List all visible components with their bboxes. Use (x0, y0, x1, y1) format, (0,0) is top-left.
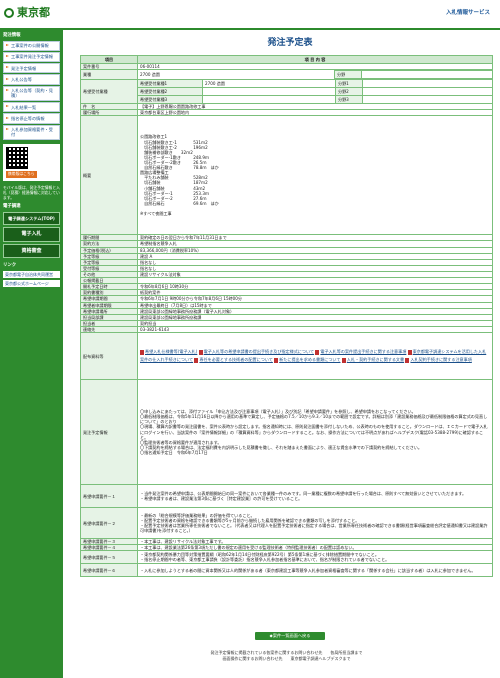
eproc-system-button[interactable]: 電子調達システム(TOP) (3, 212, 60, 226)
row-value: ・最新の「総合規模等評価業務結果」の評価を得ていること。 ・配置予定技術者の資格… (137, 507, 493, 540)
row-value: ・当件発注案件の希望申請は、公表期間開始日の同一案件において各業種一件のみです。… (137, 484, 493, 509)
table-row: 希望申請要件－１ ・当件発注案件の希望申請は、公表期間開始日の同一案件において各業… (80, 484, 493, 509)
sidebar-item[interactable]: 入札結果一覧 (3, 102, 60, 113)
pdf-icon (198, 349, 203, 355)
site-title: 入札情報サービス (445, 10, 490, 16)
pdf-icon (315, 349, 320, 355)
sub-value: 2700 造園 (202, 80, 336, 89)
sub-label: 分野 (334, 70, 362, 79)
qr-code-icon (6, 147, 28, 169)
col-item: 項目 (80, 55, 138, 64)
footer-contact-helpdesk: 画面操作に関するお問い合わせ先 東京都電子調達ヘルプデスクまで (222, 656, 351, 662)
sidebar-item[interactable]: 入札公告等（契約・見積） (3, 85, 60, 101)
table-row: 業種 2700 造園 分野 (80, 69, 493, 81)
col-content: 項 目 内 容 (137, 55, 493, 64)
doc-link[interactable]: 入札契約手続きに関する注意事項 (410, 357, 471, 362)
sidebar-item[interactable]: 入札公告等 (3, 74, 60, 85)
mobile-qr-box[interactable]: 携帯版はこちら (3, 144, 60, 181)
order-plan-table: 項目 項 目 内 容 案件番号 06-00114 業種 2700 造園 分野 希望受… (80, 55, 493, 578)
footer: 発注予定情報に掲載されている各案件に関するお問い合わせ先 各局所担当課まで 画面… (80, 650, 493, 663)
pdf-icon (194, 357, 199, 363)
row-label: 希望申請要件－１ (80, 484, 138, 509)
row-label: 希望申請要件－２ (80, 507, 138, 540)
doc-link[interactable]: 希望入札仕様書等(電子入札) (145, 349, 197, 354)
row-label: 配布資料等 (80, 332, 138, 381)
pdf-icon (274, 357, 279, 363)
table-row: 概要 公園路改修工1 切石舗装敷き工-1 531ｍ2 切石舗装敷き工-2 196ｍ… (80, 115, 493, 236)
row-label: 業種 (80, 69, 138, 81)
table-row: 希望受付業種 希望受付業種1 2700 造園 分野1 希望受付業種2 分野2 希望受付… (80, 79, 493, 105)
sidebar-section-links: リンク (3, 262, 17, 268)
pdf-icon (407, 349, 412, 355)
sidebar-item[interactable]: 工事案件発注予定情報 (3, 51, 60, 62)
sub-label: 分野2 (335, 87, 363, 97)
sub-label: 分野1 (335, 80, 363, 89)
doc-link[interactable]: 電子入札等の希望申請書の提出手続き及び指定様式について (204, 349, 314, 354)
row-label: 希望申請要件－６ (80, 563, 138, 578)
row-value: 公園路改修工1 切石舗装敷き工-1 531ｍ2 切石舗装敷き工-2 196ｍ2 … (137, 115, 493, 236)
sidebar-item[interactable]: 入札参加資格要件・受付 (3, 124, 60, 140)
ebid-button[interactable]: 電子入札 (3, 227, 60, 242)
row-label: 概要 (80, 115, 138, 236)
table-row: 希望申請要件－５ ・東京都契約関係暴力団等対策措置要綱（昭和62年1月14日付財経… (80, 550, 493, 565)
row-label: 希望受付業種 (80, 79, 138, 105)
sub-label: 分野3 (335, 95, 363, 103)
row-value: ・東京都契約関係暴力団等対策措置要綱（昭和62年1月14日付財経庶第922号）第… (137, 550, 493, 565)
tokyo-emblem-icon (4, 7, 14, 18)
sub-label: 希望受付業種2 (138, 87, 203, 97)
sidebar: 発注情報 工事案件の公開情報 工事案件発注予定情報 発注予定情報 入札公告等 入… (0, 30, 63, 678)
row-value: 〇申し込みにあたっては、添付ファイル「申込方法及び注意事項（電子入札）」及び別記… (137, 379, 493, 486)
doc-link[interactable]: 専任を必要とする技術者の配置について (199, 357, 272, 362)
sidebar-item[interactable]: 発注予定情報 (3, 63, 60, 74)
site-header: 東京都 入札情報サービス (0, 0, 500, 30)
sidebar-item[interactable]: 工事案件の公開情報 (3, 40, 60, 51)
sub-label: 希望受付業種1 (138, 80, 203, 89)
table-row: 配布資料等 希望入札仕様書等(電子入札) 電子入札等の希望申請書の提出手続き及び… (80, 332, 493, 381)
doc-link[interactable]: 電子入札等の案件提出手続きに関する注意事項 (320, 349, 406, 354)
table-header-row: 項目 項 目 内 容 (80, 55, 493, 64)
pdf-icon (405, 357, 410, 363)
doc-link[interactable]: 新たに提出を求める書類について (279, 357, 340, 362)
row-label: 希望申請要件－５ (80, 550, 138, 565)
mobile-badge[interactable]: 携帯版はこちら (6, 171, 37, 178)
pdf-icon (341, 357, 346, 363)
link-egov[interactable]: 東京都電子自治体共同運営 (3, 271, 60, 279)
sub-label: 希望受付業種3 (138, 95, 203, 103)
tokyo-logo[interactable]: 東京都 (4, 6, 50, 20)
mobile-note: モバイル版は、発注予定情報と入札（見積）経過情報に対応しています。 (3, 184, 60, 201)
logo-text: 東京都 (17, 6, 50, 19)
row-value: ・入札に参加しようとする者の間に資本関係又は人的関係がある者（東京都建設工事等競… (137, 563, 493, 578)
row-label: 発注予定情報 (80, 379, 138, 486)
main-content: 発注予定表 (80, 30, 500, 53)
sidebar-item[interactable]: 指名停止等の情報 (3, 113, 60, 124)
sidebar-section-eproc: 電子調達 (3, 203, 21, 209)
page-title: 発注予定表 (267, 38, 313, 48)
doc-link[interactable]: 入札・契約手続きに関する文書 (347, 357, 404, 362)
table-row: 希望申請要件－２ ・最新の「総合規模等評価業務結果」の評価を得ていること。 ・配置… (80, 507, 493, 540)
table-row: 希望申請要件－６ ・入札に参加しようとする者の間に資本関係又は人的関係がある者（東… (80, 563, 493, 578)
back-to-list-button[interactable]: ◆案件一覧画面へ戻る (255, 632, 325, 640)
sidebar-section-order: 発注情報 (3, 33, 21, 38)
pdf-icon (140, 349, 144, 355)
qualification-button[interactable]: 資格審査 (3, 243, 60, 258)
table-row: 発注予定情報 〇申し込みにあたっては、添付ファイル「申込方法及び注意事項（電子入札… (80, 379, 493, 486)
link-tokyo-official[interactable]: 東京都公式ホームページ (3, 280, 60, 288)
row-value: 2700 造園 (140, 72, 160, 78)
